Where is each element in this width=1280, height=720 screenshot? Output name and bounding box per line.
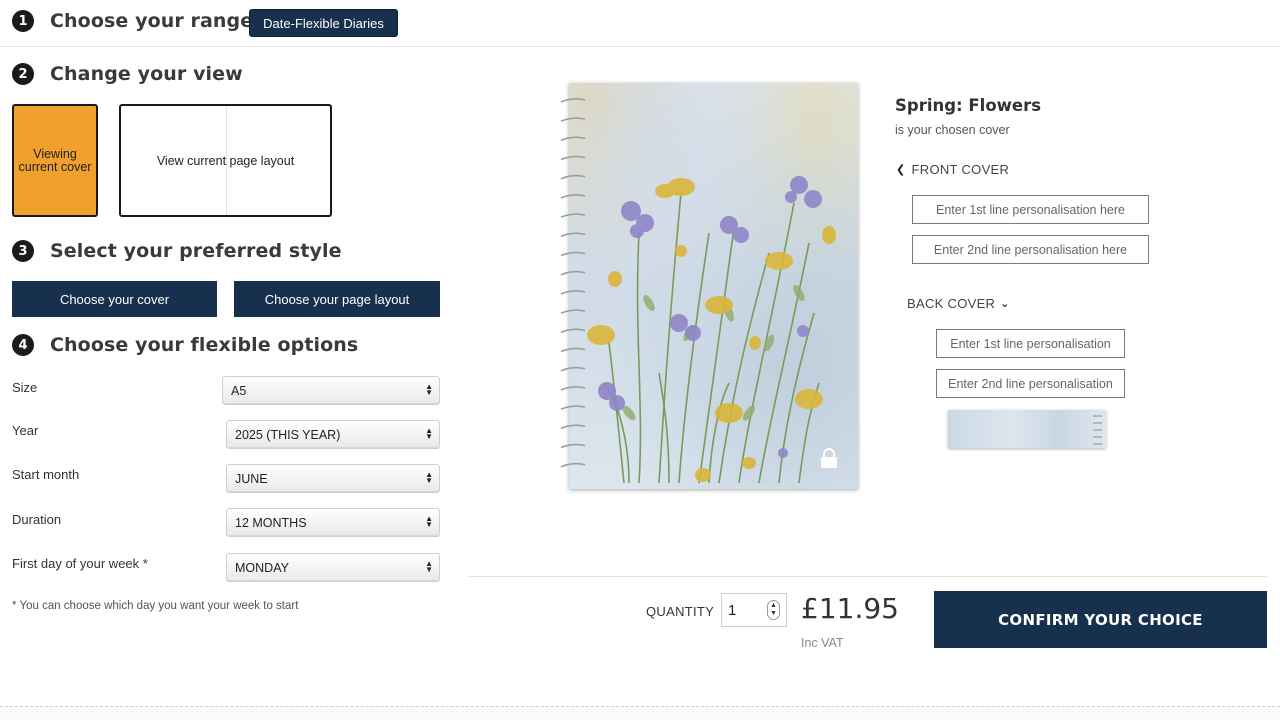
- first-day-select[interactable]: MONDAY ▲ ▼: [226, 553, 440, 582]
- size-select[interactable]: A5 ▲ ▼: [222, 376, 440, 405]
- spiral-ring: [560, 462, 586, 468]
- spiral-binding-icon: [560, 98, 586, 468]
- confirm-choice-button[interactable]: CONFIRM YOUR CHOICE: [934, 591, 1267, 648]
- spiral-ring: [560, 174, 586, 180]
- year-label: Year: [12, 423, 39, 438]
- spiral-ring: [560, 386, 586, 391]
- front-line-2-input[interactable]: Enter 2nd line personalisation here: [912, 235, 1149, 264]
- spiral-ring: [560, 328, 586, 334]
- duration-value: 12 MONTHS: [235, 515, 307, 530]
- back-cover-label: BACK COVER: [907, 296, 996, 311]
- cover-subtitle: is your chosen cover: [895, 123, 1010, 137]
- cover-preview-image: [569, 83, 858, 489]
- quantity-stepper[interactable]: ▲ ▼: [767, 600, 780, 620]
- cover-name: Spring: Flowers: [895, 96, 1042, 115]
- view-page-layout-button[interactable]: View current page layout: [119, 104, 332, 217]
- range-badge[interactable]: Date-Flexible Diaries: [249, 9, 398, 37]
- start-month-select[interactable]: JUNE ▲ ▼: [226, 464, 440, 493]
- spiral-binding-icon: [1093, 415, 1102, 445]
- select-arrows-icon: ▲ ▼: [425, 382, 433, 397]
- first-day-value: MONDAY: [235, 560, 289, 575]
- spiral-ring: [560, 270, 586, 276]
- front-line-1-input[interactable]: Enter 1st line personalisation here: [912, 195, 1149, 224]
- spiral-ring: [560, 213, 586, 218]
- spiral-ring: [560, 136, 586, 142]
- choose-cover-button[interactable]: Choose your cover: [12, 281, 217, 317]
- spiral-ring: [560, 117, 586, 122]
- start-month-value: JUNE: [235, 471, 268, 486]
- footnote: * You can choose which day you want your…: [12, 600, 299, 612]
- view-cover-label: Viewing current cover: [18, 146, 92, 174]
- spiral-ring: [560, 309, 586, 314]
- step-title: Choose your flexible options: [50, 334, 359, 356]
- spiral-ring: [560, 194, 586, 199]
- spiral-ring: [560, 251, 586, 257]
- step-4-header: 4 Choose your flexible options: [12, 334, 358, 356]
- divider: [0, 46, 1280, 47]
- duration-label: Duration: [12, 512, 62, 527]
- spiral-ring: [560, 424, 586, 430]
- front-cover-label: FRONT COVER: [911, 162, 1010, 177]
- spiral-ring: [560, 443, 586, 449]
- year-value: 2025 (THIS YEAR): [235, 427, 341, 442]
- spiral-ring: [560, 155, 586, 161]
- quantity-input[interactable]: 1 ▲ ▼: [721, 593, 787, 627]
- first-day-label: First day of your week *: [12, 556, 148, 571]
- quantity-value: 1: [728, 601, 737, 619]
- year-select[interactable]: 2025 (THIS YEAR) ▲ ▼: [226, 420, 440, 449]
- back-cover-thumbnail[interactable]: [948, 410, 1106, 448]
- select-arrows-icon: ▲ ▼: [425, 426, 433, 441]
- quantity-label: QUANTITY: [646, 604, 715, 619]
- page-footer-edge: [0, 706, 1280, 720]
- select-arrows-icon: ▲ ▼: [425, 559, 433, 574]
- back-cover-toggle[interactable]: BACK COVER ⌄: [907, 296, 1010, 311]
- spiral-ring: [560, 98, 586, 103]
- step-number: 4: [12, 334, 34, 356]
- step-number: 2: [12, 63, 34, 85]
- view-cover-button[interactable]: Viewing current cover: [12, 104, 98, 217]
- start-month-label: Start month: [12, 467, 80, 482]
- step-1-header: 1 Choose your range: [12, 10, 253, 32]
- front-cover-toggle[interactable]: ❮ FRONT COVER: [896, 162, 1009, 177]
- duration-select[interactable]: 12 MONTHS ▲ ▼: [226, 508, 440, 537]
- size-value: A5: [231, 383, 247, 398]
- step-title: Change your view: [50, 63, 243, 85]
- size-label: Size: [12, 380, 38, 395]
- step-number: 1: [12, 10, 34, 32]
- select-arrows-icon: ▲ ▼: [425, 514, 433, 529]
- spiral-ring: [560, 405, 586, 410]
- spiral-ring: [560, 232, 586, 238]
- step-2-header: 2 Change your view: [12, 63, 243, 85]
- price: £11.95: [801, 592, 899, 625]
- back-line-2-input[interactable]: Enter 2nd line personalisation: [936, 369, 1125, 398]
- select-arrows-icon: ▲ ▼: [425, 470, 433, 485]
- step-title: Choose your range: [50, 10, 254, 32]
- spiral-ring: [560, 347, 586, 353]
- chevron-left-icon: ❮: [896, 164, 906, 176]
- spiral-ring: [560, 290, 586, 295]
- spiral-ring: [560, 366, 586, 372]
- back-line-1-input[interactable]: Enter 1st line personalisation: [936, 329, 1125, 358]
- view-layout-label: View current page layout: [156, 153, 295, 168]
- step-title: Select your preferred style: [50, 240, 342, 262]
- flowers-illustration: [587, 176, 836, 484]
- step-3-header: 3 Select your preferred style: [12, 240, 342, 262]
- step-number: 3: [12, 240, 34, 262]
- choose-page-layout-button[interactable]: Choose your page layout: [234, 281, 440, 317]
- chevron-down-icon: ⌄: [1000, 298, 1010, 310]
- divider: [468, 576, 1267, 577]
- vat-note: Inc VAT: [801, 636, 844, 650]
- lock-icon: [821, 448, 837, 468]
